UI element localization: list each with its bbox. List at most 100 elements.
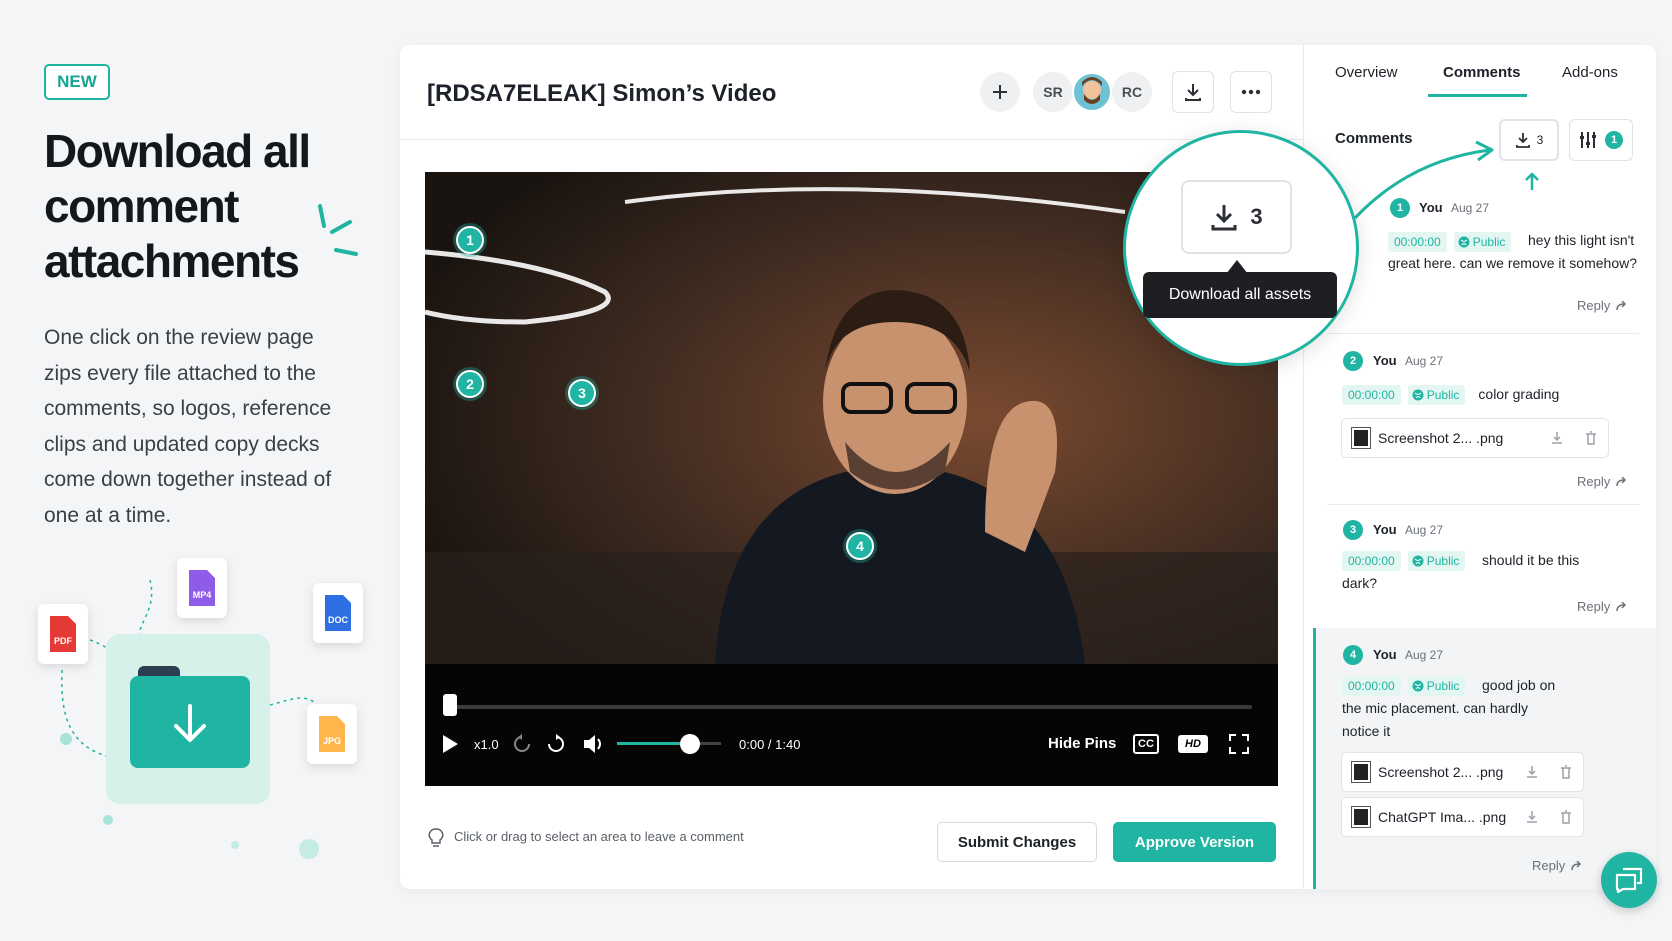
mp4-file-icon: MP4: [177, 558, 227, 618]
promo-description: One click on the review page zips every …: [44, 326, 332, 527]
play-icon[interactable]: [441, 734, 459, 754]
download-count: 3: [1250, 204, 1263, 229]
svg-text:DOC: DOC: [328, 615, 349, 625]
download-all-button-zoomed[interactable]: 3: [1181, 180, 1292, 254]
pdf-file-icon: PDF: [38, 604, 88, 664]
add-button[interactable]: [980, 72, 1020, 112]
playback-speed[interactable]: x1.0: [474, 737, 499, 752]
video-title: [RDSA7ELEAK] Simon’s Video: [427, 80, 777, 107]
promo-headline: Download all comment attachments: [44, 125, 311, 287]
attachment-item[interactable]: Screenshot 2... .png: [1341, 418, 1609, 458]
active-comment-indicator: [1313, 628, 1316, 889]
comment-author: You: [1373, 647, 1397, 662]
chat-icon: [1615, 867, 1643, 893]
comment-pin-4[interactable]: 4: [846, 532, 874, 560]
svg-text:MP4: MP4: [193, 590, 212, 600]
reply-button[interactable]: Reply: [1577, 599, 1628, 614]
comment-date: Aug 27: [1405, 523, 1444, 537]
chat-button[interactable]: [1601, 852, 1657, 908]
volume-fill: [617, 742, 690, 745]
rewind-10-icon[interactable]: [512, 734, 532, 754]
comment-text: hey this light isn't great here. can we …: [1388, 232, 1638, 271]
hide-pins-button[interactable]: Hide Pins: [1048, 735, 1116, 752]
comment-author: You: [1373, 353, 1397, 368]
comment-meta: 00:00:00 Public color grading: [1342, 383, 1559, 406]
filter-sliders-icon: [1580, 132, 1596, 148]
approve-version-button[interactable]: Approve Version: [1113, 822, 1276, 862]
header-divider: [400, 139, 1304, 140]
avatar-sr[interactable]: SR: [1033, 72, 1073, 112]
reply-button[interactable]: Reply: [1532, 858, 1583, 873]
tab-add-ons[interactable]: Add-ons: [1562, 64, 1618, 81]
progress-track[interactable]: [449, 705, 1252, 709]
trash-icon[interactable]: [1584, 431, 1598, 445]
comment-timestamp[interactable]: 00:00:00: [1342, 384, 1401, 405]
comment-pin-1[interactable]: 1: [456, 226, 484, 254]
time-display: 0:00 / 1:40: [739, 737, 801, 752]
comment-number: 4: [1343, 645, 1363, 665]
attachment-name: Screenshot 2... .png: [1378, 764, 1504, 780]
lightbulb-icon: [428, 828, 444, 847]
attachment-name: Screenshot 2... .png: [1378, 430, 1504, 446]
attachment-thumbnail: [1351, 761, 1371, 783]
reply-button[interactable]: Reply: [1577, 298, 1628, 313]
new-badge: NEW: [44, 64, 110, 100]
trash-icon[interactable]: [1559, 810, 1573, 824]
trash-icon[interactable]: [1559, 765, 1573, 779]
tab-comments[interactable]: Comments: [1443, 64, 1521, 81]
more-icon: [1241, 89, 1261, 95]
download-button[interactable]: [1172, 71, 1214, 113]
submit-changes-button[interactable]: Submit Changes: [937, 822, 1097, 862]
more-options-button[interactable]: [1230, 71, 1272, 113]
filter-count-badge: 1: [1605, 131, 1623, 149]
comment-date: Aug 27: [1451, 201, 1490, 215]
download-icon: [1211, 205, 1237, 231]
hd-button[interactable]: HD: [1178, 735, 1208, 753]
comment-hint: Click or drag to select an area to leave…: [454, 829, 744, 844]
sparkle-icon: [318, 204, 358, 256]
comment-author: You: [1373, 522, 1397, 537]
reply-button[interactable]: Reply: [1577, 474, 1628, 489]
reply-arrow-icon: [1616, 300, 1627, 310]
download-icon: [1185, 84, 1201, 101]
fullscreen-icon[interactable]: [1229, 734, 1249, 754]
forward-10-icon[interactable]: [546, 734, 566, 754]
reply-arrow-icon: [1616, 601, 1627, 611]
globe-icon: [1412, 389, 1424, 400]
reply-arrow-icon: [1616, 476, 1627, 486]
doc-file-icon: DOC: [313, 583, 363, 643]
attachment-thumbnail: [1351, 806, 1371, 828]
comment-number: 1: [1390, 198, 1410, 218]
progress-handle[interactable]: [443, 694, 457, 716]
active-tab-indicator: [1428, 94, 1527, 97]
volume-track[interactable]: [617, 742, 721, 745]
download-folder-icon: [130, 676, 250, 768]
comment-divider: [1327, 504, 1639, 505]
attachment-item[interactable]: ChatGPT Ima... .png: [1341, 797, 1584, 837]
tab-overview[interactable]: Overview: [1335, 64, 1398, 81]
cc-button[interactable]: CC: [1133, 734, 1159, 754]
avatar-rc[interactable]: RC: [1112, 72, 1152, 112]
download-icon[interactable]: [1550, 431, 1564, 445]
player-controls: [425, 664, 1278, 786]
svg-text:PDF: PDF: [54, 636, 73, 646]
volume-handle[interactable]: [679, 734, 700, 754]
download-icon[interactable]: [1525, 810, 1539, 824]
comment-number: 2: [1343, 351, 1363, 371]
avatar-simon[interactable]: [1072, 72, 1112, 112]
attachment-name: ChatGPT Ima... .png: [1378, 809, 1507, 825]
filter-button[interactable]: 1: [1569, 119, 1633, 161]
reply-arrow-icon: [1571, 860, 1582, 870]
comment-pin-2[interactable]: 2: [456, 370, 484, 398]
attachment-item[interactable]: Screenshot 2... .png: [1341, 752, 1584, 792]
volume-icon[interactable]: [582, 733, 606, 755]
avatar-face-icon: [1082, 77, 1102, 104]
arrow-annotation: [1353, 140, 1539, 220]
download-tooltip: Download all assets: [1143, 272, 1337, 318]
attachment-thumbnail: [1351, 427, 1371, 449]
comment-pin-3[interactable]: 3: [568, 379, 596, 407]
download-icon[interactable]: [1525, 765, 1539, 779]
comment-text: good job on the mic placement. can hardl…: [1342, 677, 1556, 739]
comment-text: color grading: [1478, 386, 1560, 402]
comment-author: You: [1419, 200, 1443, 215]
